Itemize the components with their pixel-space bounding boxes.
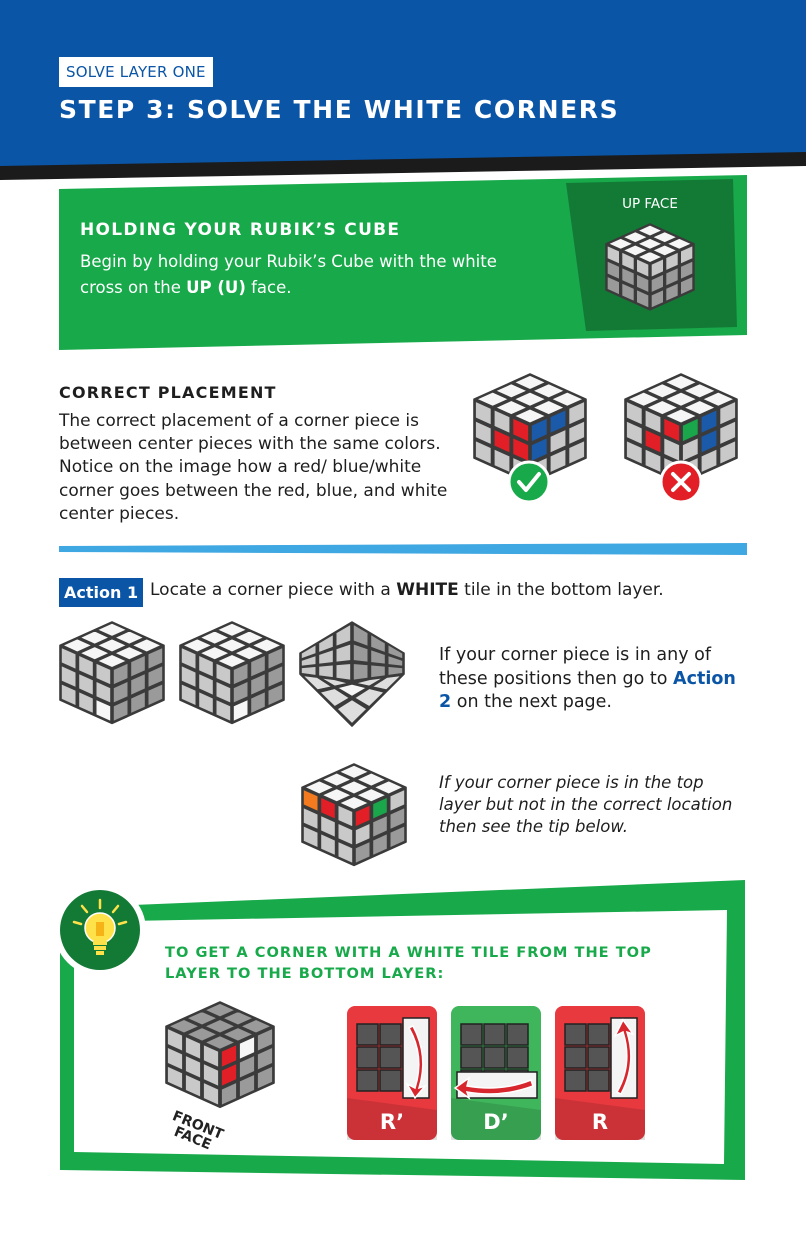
move-card-tile — [564, 1023, 587, 1046]
header-shadow — [0, 152, 806, 180]
placement-text: The correct placement of a corner piece … — [59, 411, 448, 524]
cube-sticker — [300, 665, 318, 677]
page-title: STEP 3: SOLVE THE WHITE CORNERS — [59, 95, 620, 124]
move-card-tile — [506, 1046, 529, 1069]
move-card-tile — [564, 1069, 587, 1092]
tip-title: TO GET A CORNER WITH A WHITE TILE FROM T… — [165, 944, 652, 982]
move-card-tile — [483, 1023, 506, 1046]
move-card-tile — [587, 1046, 610, 1069]
action-1-badge: Action 1 — [59, 578, 144, 607]
section-divider — [59, 543, 747, 555]
move-label-d-prime: D’ — [483, 1110, 509, 1134]
cube-sticker — [369, 663, 387, 679]
move-card-tile — [460, 1046, 483, 1069]
cube-sticker — [386, 665, 404, 677]
action-1-text: Locate a corner piece with a WHITE tile … — [150, 580, 664, 600]
cube-sticker — [317, 663, 335, 679]
placement-title: CORRECT PLACEMENT — [59, 383, 277, 402]
move-card-tile — [460, 1023, 483, 1046]
cube-sticker — [352, 662, 370, 682]
position-cube-2 — [179, 621, 285, 725]
move-label-r-prime: R’ — [379, 1110, 405, 1134]
position-cube-1 — [59, 621, 165, 725]
top-layer-note: If your corner piece is in the top layer… — [439, 773, 733, 836]
lightbulb-icon — [54, 884, 146, 976]
front-face-cube — [165, 1001, 275, 1109]
section-kicker: SOLVE LAYER ONE — [59, 57, 213, 87]
move-card-tile — [506, 1023, 529, 1046]
move-card-tile — [587, 1023, 610, 1046]
positions-text: If your corner piece is in any of these … — [439, 645, 736, 712]
move-card-tile — [356, 1023, 379, 1046]
position-cube-3-bottom-view — [299, 621, 405, 727]
move-card-tile — [379, 1023, 402, 1046]
move-card-tile — [379, 1069, 402, 1092]
up-face-label: UP FACE — [622, 196, 678, 212]
move-card-tile — [564, 1046, 587, 1069]
up-face-cube-image — [605, 223, 695, 311]
move-card-tile — [356, 1046, 379, 1069]
cube-sticker — [334, 662, 352, 682]
holding-text: Begin by holding your Rubik’s Cube with … — [80, 252, 497, 297]
move-card-tile — [356, 1069, 379, 1092]
move-card-tile — [483, 1046, 506, 1069]
check-icon — [507, 460, 551, 504]
holding-title: HOLDING YOUR RUBIK’S CUBE — [80, 220, 401, 240]
cross-icon — [659, 460, 703, 504]
move-card-tile — [587, 1069, 610, 1092]
move-label-r: R — [591, 1110, 609, 1134]
move-card-tile — [379, 1046, 402, 1069]
top-layer-cube — [301, 763, 407, 867]
